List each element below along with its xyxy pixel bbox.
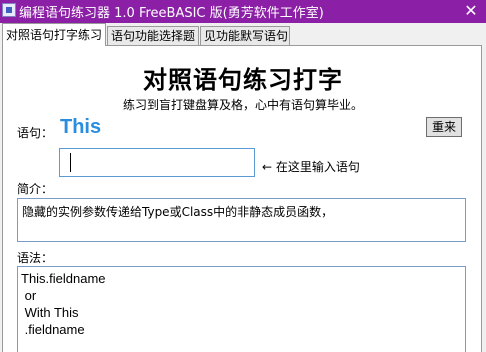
tab-write-statement[interactable]: 见功能默写语句 <box>200 26 290 45</box>
syntax-label: 语法： <box>17 251 54 265</box>
syntax-line: With This <box>21 305 79 320</box>
statement-input[interactable] <box>59 148 255 177</box>
syntax-line: .fieldname <box>21 322 85 337</box>
text-caret <box>70 153 71 172</box>
statement-word: This <box>60 116 102 138</box>
syntax-line: This.fieldname <box>21 271 106 286</box>
intro-textbox[interactable]: 隐藏的实例参数传递给Type或Class中的非静态成员函数， <box>17 198 466 242</box>
page-subtitle: 练习到盲打键盘算及格，心中有语句算毕业。 <box>122 98 363 112</box>
tab-function-quiz[interactable]: 语句功能选择题 <box>107 26 199 45</box>
syntax-line: or <box>21 288 37 303</box>
statement-label: 语句： <box>17 126 54 140</box>
title-bar: 编程语句练习器 1.0 FreeBASIC 版(勇芳软件工作室) ✕ <box>0 0 486 23</box>
intro-text: 隐藏的实例参数传递给Type或Class中的非静态成员函数， <box>22 205 334 219</box>
page-title: 对照语句练习打字 <box>143 66 343 94</box>
input-hint: ← 在这里输入语句 <box>262 160 360 174</box>
app-icon <box>2 3 16 17</box>
tab-bar: 对照语句打字练习 语句功能选择题 见功能默写语句 <box>0 23 486 46</box>
reset-button[interactable]: 重来 <box>426 117 462 137</box>
intro-label: 简介： <box>17 182 54 196</box>
window-title: 编程语句练习器 1.0 FreeBASIC 版(勇芳软件工作室) <box>19 6 324 21</box>
tab-typing-practice[interactable]: 对照语句打字练习 <box>2 23 106 46</box>
syntax-textbox[interactable]: This.fieldname or With This .fieldname <box>17 266 466 352</box>
close-icon[interactable]: ✕ <box>456 0 486 23</box>
